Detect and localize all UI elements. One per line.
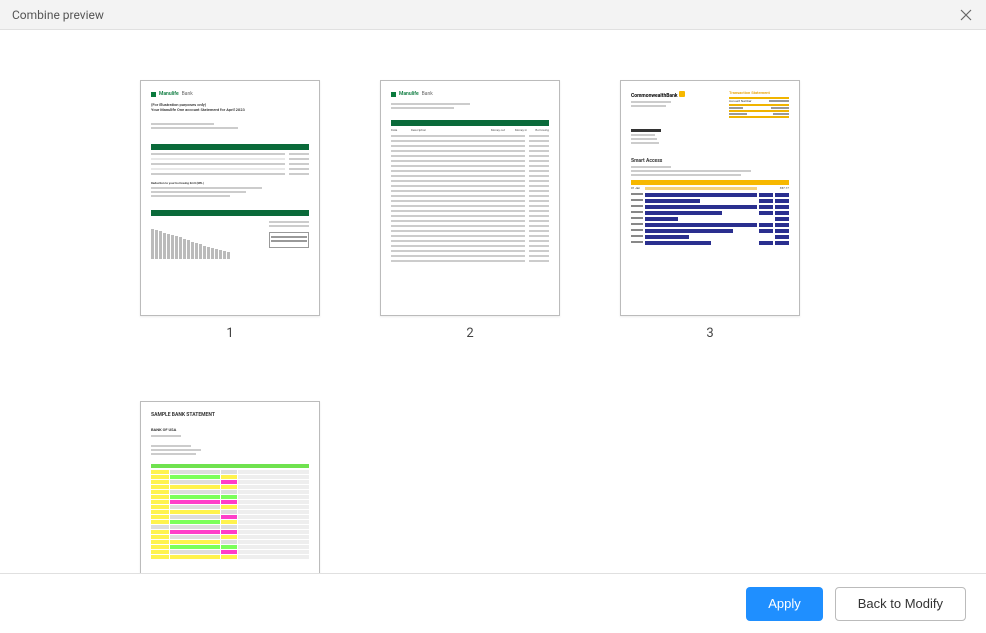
- thumbnail-canvas: Manulife Bank Date Description Money out…: [380, 80, 560, 316]
- page-number: 1: [226, 326, 233, 341]
- thumbnail-grid: Manulife Bank (For Illustration purposes…: [140, 80, 846, 573]
- window-title: Combine preview: [12, 8, 104, 22]
- page-number: 2: [466, 326, 473, 341]
- col-header: Date: [391, 129, 409, 133]
- statement-heading: Transaction Statement: [729, 91, 789, 96]
- page-thumb-1[interactable]: Manulife Bank (For Illustration purposes…: [140, 80, 320, 341]
- window-header: Combine preview: [0, 0, 986, 30]
- brand-text: Manulife: [399, 91, 419, 97]
- logo-icon: [391, 92, 396, 97]
- doc-title: SAMPLE BANK STATEMENT: [151, 412, 309, 418]
- page-thumb-3[interactable]: CommonwealthBank Transaction Statement A…: [620, 80, 800, 341]
- col-header: Money out: [485, 129, 505, 133]
- bank-name: BANK OF USA: [151, 428, 309, 433]
- brand-text: CommonwealthBank: [631, 93, 678, 99]
- footer-bar: Apply Back to Modify: [0, 573, 986, 633]
- brand-text: Manulife: [159, 91, 179, 97]
- logo-icon: [679, 91, 685, 97]
- section-bar: [151, 210, 309, 216]
- thumbnail-canvas: Manulife Bank (For Illustration purposes…: [140, 80, 320, 316]
- col-header: Money in: [507, 129, 527, 133]
- label: Account Number: [729, 100, 752, 104]
- section-bar: [151, 144, 309, 150]
- back-to-modify-button[interactable]: Back to Modify: [835, 587, 966, 621]
- page-thumb-4[interactable]: SAMPLE BANK STATEMENT BANK OF USA: [140, 401, 320, 573]
- preview-area: Manulife Bank (For Illustration purposes…: [0, 30, 986, 573]
- section-label: Reduction to your borrowing limit (RBL): [151, 182, 309, 186]
- apply-button[interactable]: Apply: [746, 587, 823, 621]
- thumbnail-canvas: SAMPLE BANK STATEMENT BANK OF USA: [140, 401, 320, 573]
- mini-chart: [151, 225, 265, 259]
- table-header-bar: [151, 464, 309, 468]
- close-button[interactable]: [958, 7, 974, 23]
- logo-icon: [151, 92, 156, 97]
- thumbnail-canvas: CommonwealthBank Transaction Statement A…: [620, 80, 800, 316]
- col-header: Borrowing: [529, 129, 549, 133]
- table-body: [151, 470, 309, 559]
- brand-suffix: Bank: [182, 91, 193, 97]
- product-name: Smart Access: [631, 158, 789, 164]
- col-header: Description: [411, 129, 483, 133]
- close-icon: [960, 9, 972, 21]
- table-body: [391, 135, 549, 263]
- page-thumb-2[interactable]: Manulife Bank Date Description Money out…: [380, 80, 560, 341]
- page-number: 3: [706, 326, 713, 341]
- section-bar: [391, 120, 549, 126]
- table-header-bar: [631, 180, 789, 185]
- brand-suffix: Bank: [422, 91, 433, 97]
